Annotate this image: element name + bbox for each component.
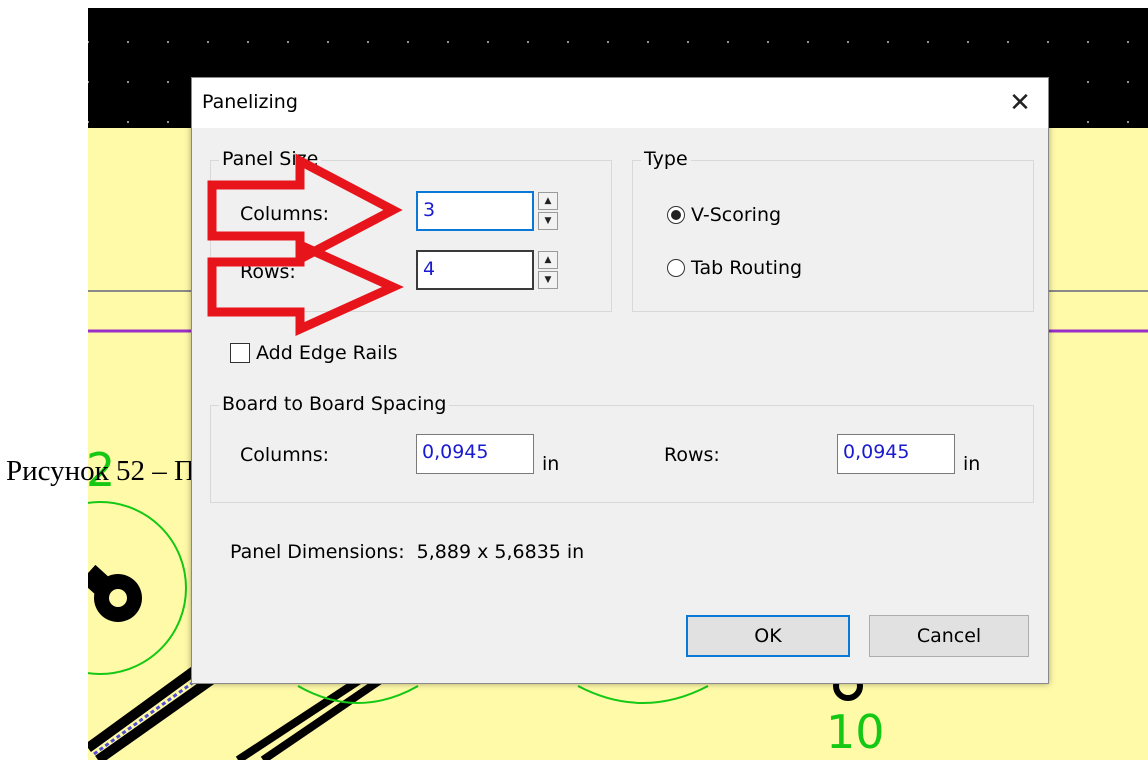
down-arrow-icon[interactable]: ▼ (538, 271, 558, 289)
pcb-label-bottom: 10 (826, 705, 885, 759)
pcb-trace-stub (88, 564, 118, 602)
dialog-titlebar: Panelizing ✕ (192, 78, 1048, 128)
add-edge-rails-checkbox[interactable]: Add Edge Rails (230, 342, 398, 364)
pcb-pad-hole (109, 589, 127, 607)
spacing-legend: Board to Board Spacing (219, 393, 450, 415)
cancel-button[interactable]: Cancel (869, 615, 1029, 657)
ok-button[interactable]: OK (686, 615, 850, 657)
panel-size-group: Panel Size (210, 148, 612, 312)
type-group: Type (632, 148, 1034, 312)
add-edge-rails-label: Add Edge Rails (256, 342, 398, 364)
radio-tab-routing-label: Tab Routing (691, 257, 803, 279)
panelizing-dialog: Panelizing ✕ Panel Size Columns: 3 ▲ ▼ R… (191, 77, 1049, 684)
spacing-rows-input[interactable]: 0,0945 (837, 434, 955, 474)
down-arrow-icon[interactable]: ▼ (538, 212, 558, 230)
radio-v-scoring[interactable]: V-Scoring (667, 204, 781, 226)
type-legend: Type (641, 148, 691, 170)
radio-tab-routing[interactable]: Tab Routing (667, 257, 802, 279)
spacing-columns-unit: in (542, 453, 560, 475)
up-arrow-icon[interactable]: ▲ (538, 192, 558, 210)
spacing-rows-label: Rows: (664, 444, 720, 466)
checkbox-icon[interactable] (230, 343, 250, 363)
spacing-columns-label: Columns: (240, 444, 330, 466)
panel-columns-input[interactable]: 3 (416, 191, 534, 231)
radio-v-scoring-label: V-Scoring (691, 204, 782, 226)
panel-rows-label: Rows: (240, 261, 296, 283)
panel-columns-stepper[interactable]: ▲ ▼ (538, 192, 560, 230)
radio-icon[interactable] (667, 259, 685, 277)
dialog-title: Panelizing (202, 91, 298, 113)
panel-dimensions-text: Panel Dimensions: 5,889 x 5,6835 in (230, 541, 585, 563)
close-icon: ✕ (1009, 88, 1031, 118)
spacing-rows-unit: in (963, 453, 981, 475)
panel-rows-input[interactable]: 4 (416, 250, 534, 290)
up-arrow-icon[interactable]: ▲ (538, 251, 558, 269)
panel-columns-label: Columns: (240, 203, 330, 225)
pcb-arc-2 (577, 685, 709, 704)
radio-selected-dot (671, 210, 681, 220)
close-button[interactable]: ✕ (992, 78, 1048, 128)
panel-size-legend: Panel Size (219, 148, 322, 170)
panel-rows-stepper[interactable]: ▲ ▼ (538, 251, 560, 289)
radio-icon[interactable] (667, 206, 685, 224)
spacing-columns-input[interactable]: 0,0945 (416, 434, 534, 474)
pcb-trace-1 (88, 663, 201, 753)
